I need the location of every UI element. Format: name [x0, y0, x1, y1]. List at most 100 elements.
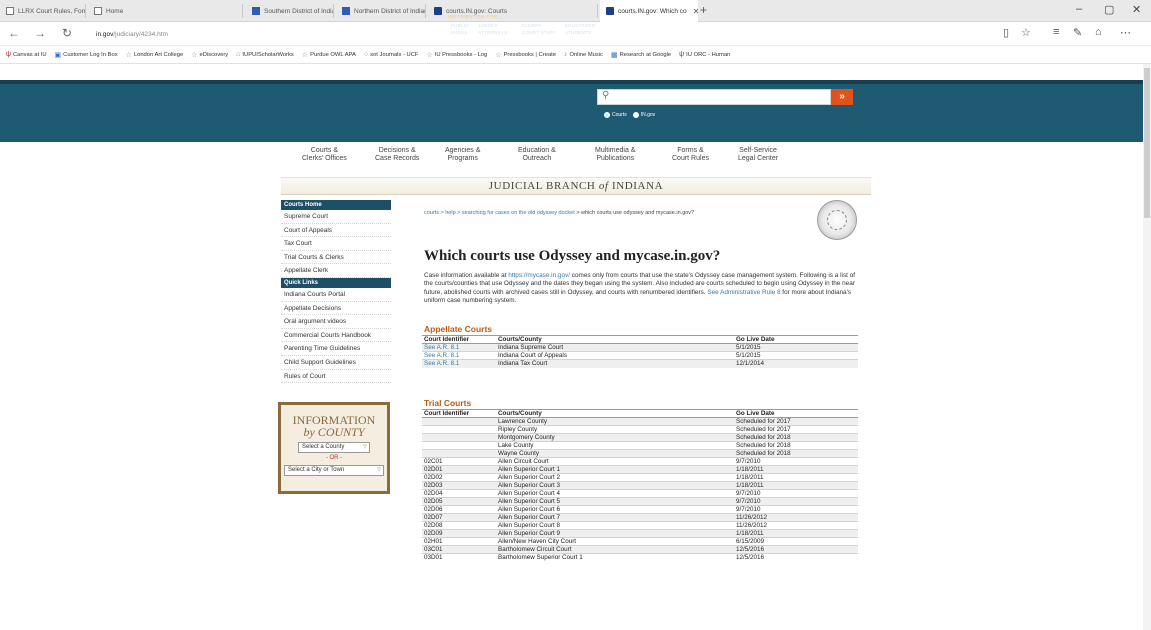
court-identifier: 02D09 [422, 529, 496, 538]
close-window-button[interactable]: ✕ [1132, 3, 1141, 16]
nav-item[interactable]: Decisions & Case Records [375, 147, 419, 163]
favorite-item[interactable]: ○ sot Journals - UCF [364, 51, 419, 58]
browser-tab[interactable]: Home [88, 0, 243, 22]
web-note-icon[interactable]: ✎ [1073, 26, 1082, 39]
mycase-link[interactable]: https://mycase.in.gov/ [508, 272, 570, 279]
favorite-label: Pressbooks | Create [503, 51, 556, 58]
close-tab-icon[interactable]: ✕ [693, 7, 698, 16]
library-icon: ⌂ [236, 51, 241, 58]
select-city-dropdown[interactable]: Select a City or Town ▽ [284, 465, 384, 476]
favorite-item[interactable]: ψ Canvas at IU [6, 51, 47, 58]
browser-tab[interactable]: Southern District of Indiana [246, 0, 334, 22]
table-row: 02H01 Allen/New Haven City Court 6/15/2009 [422, 537, 858, 546]
sidebar-item[interactable]: Oral argument videos [281, 315, 391, 329]
more-icon[interactable]: ⋯ [1120, 26, 1131, 39]
favorite-item[interactable]: ☆ Pressbooks | Create [495, 51, 556, 59]
audience-link[interactable]: STUDENTS [565, 29, 595, 36]
favorite-star-icon[interactable]: ☆ [1021, 26, 1031, 39]
court-identifier[interactable]: See A.R. 8.1 [422, 359, 496, 368]
court-identifier[interactable]: See A.R. 8.1 [422, 351, 496, 360]
scrollbar-thumb[interactable] [1144, 68, 1150, 218]
select-county-dropdown[interactable]: Select a County ▽ [298, 442, 370, 453]
minimize-button[interactable]: – [1076, 3, 1082, 15]
new-tab-button[interactable]: + [700, 3, 707, 17]
table-row: Montgomery County Scheduled for 2018 [422, 433, 858, 442]
court-identifier[interactable]: See A.R. 8.1 [422, 343, 496, 352]
sidebar-item[interactable]: Appellate Decisions [281, 302, 391, 316]
browser-tab[interactable]: LLRX Court Rules, Forms an [0, 0, 86, 22]
page-scrollbar[interactable] [1143, 64, 1151, 630]
tab-label: courts.IN.gov: Which co [618, 7, 687, 15]
audience-link[interactable]: ATTORNEYS [478, 29, 507, 36]
sidebar-item[interactable]: Appellate Clerk [281, 264, 391, 278]
search-go-button[interactable]: » [831, 89, 853, 105]
favorite-label: Research at Google [619, 51, 672, 58]
url-field[interactable]: in.gov/judiciary/4234.htm [96, 27, 796, 41]
audience-link[interactable]: PRESS [451, 29, 469, 36]
radio-ingov[interactable] [632, 112, 639, 118]
reading-view-icon[interactable]: ▯ [1003, 26, 1009, 39]
star-icon: ☆ [191, 51, 198, 59]
court-name: Lake County [496, 441, 734, 450]
maximize-button[interactable]: ▢ [1104, 3, 1114, 16]
sidebar: Courts Home Supreme Court Court of Appeals… [281, 200, 391, 384]
courts-in-icon [606, 7, 614, 15]
audience-link[interactable]: JUDGES [478, 22, 507, 29]
sidebar-item[interactable]: Court of Appeals [281, 224, 391, 238]
browser-tab[interactable]: Northern District of Indiana [336, 0, 426, 22]
sidebar-item[interactable]: Indiana Courts Portal [281, 288, 391, 302]
audience-link[interactable]: COURT STAFF [522, 29, 556, 36]
favorite-item[interactable]: ▦ Research at Google [611, 51, 671, 59]
radio-courts-label: Courts [612, 112, 627, 118]
nav-item[interactable]: Multimedia & Publications [595, 147, 635, 163]
sidebar-item[interactable]: Rules of Court [281, 370, 391, 384]
sidebar-item[interactable]: Supreme Court [281, 210, 391, 224]
sidebar-item[interactable]: Trial Courts & Clerks [281, 251, 391, 265]
go-live-date: 1/18/2011 [734, 465, 858, 474]
favorite-item[interactable]: ☆ IU Pressbooks - Log [426, 51, 487, 59]
favorite-item[interactable]: ψ IU ORC - Human [679, 51, 730, 58]
court-name: Allen Superior Court 8 [496, 521, 734, 530]
breadcrumb-links[interactable]: courts > help > searching for cases on t… [424, 210, 575, 216]
nav-item[interactable]: Courts & Clerks' Offices [302, 147, 347, 163]
favorite-item[interactable]: ⌂ IUPUIScholarWorks [236, 51, 294, 58]
favorite-item[interactable]: ♪ Online Music [564, 51, 603, 58]
nav-item[interactable]: Forms & Court Rules [672, 147, 709, 163]
nav-item[interactable]: Agencies & Programs [445, 147, 480, 163]
site-logo[interactable]: courts.IN.gov [288, 22, 394, 44]
back-icon[interactable]: ← [8, 26, 20, 40]
column-header: Court Identifier [422, 409, 496, 418]
sidebar-heading-courts[interactable]: Courts Home [281, 200, 391, 210]
county-box-subtitle: by COUNTY [303, 425, 365, 439]
nav-item[interactable]: Education & Outreach [518, 147, 556, 163]
go-live-date: 5/1/2015 [734, 343, 858, 352]
banner-of: of [598, 180, 609, 192]
star-icon: ☆ [125, 51, 132, 59]
court-icon [342, 7, 350, 15]
hub-icon[interactable]: ≡ [1053, 26, 1059, 38]
sidebar-item[interactable]: Child Support Guidelines [281, 356, 391, 370]
site-search-input[interactable]: ⚲ [597, 89, 831, 105]
radio-courts[interactable] [604, 112, 610, 118]
go-live-date: 12/5/2016 [734, 553, 858, 562]
admin-rule-8-link[interactable]: See Administrative Rule 8 [707, 289, 780, 296]
nav-item[interactable]: Self-Service Legal Center [738, 147, 778, 163]
favorite-item[interactable]: ▣ Customer Log In Box [55, 51, 118, 59]
sidebar-item[interactable]: Commercial Courts Handbook [281, 329, 391, 343]
audience-link[interactable]: EDUCATORS [565, 22, 595, 29]
forward-icon[interactable]: → [34, 26, 46, 40]
refresh-icon[interactable]: ↻ [62, 26, 72, 40]
tab-label: Southern District of Indiana [264, 7, 334, 15]
favorite-item[interactable]: ☆ London Art College [126, 51, 184, 59]
share-icon[interactable]: ⌂ [1095, 26, 1102, 38]
sidebar-item[interactable]: Parenting Time Guidelines [281, 342, 391, 356]
audience-link[interactable]: CLERKS [522, 22, 556, 29]
search-scope: Courts IN.gov [604, 112, 655, 118]
favorite-item[interactable]: ☆ Purdue OWL APA [302, 51, 356, 59]
favorite-item[interactable]: ☆ eDiscovery [191, 51, 228, 59]
audience-link[interactable]: PUBLIC [451, 22, 469, 29]
table-row: 02D03 Allen Superior Court 3 1/18/2011 [422, 481, 858, 490]
sidebar-item[interactable]: Tax Court [281, 237, 391, 251]
browser-tab[interactable]: courts.IN.gov: Which co ✕ [600, 0, 698, 22]
court-identifier: 03C01 [422, 545, 496, 554]
